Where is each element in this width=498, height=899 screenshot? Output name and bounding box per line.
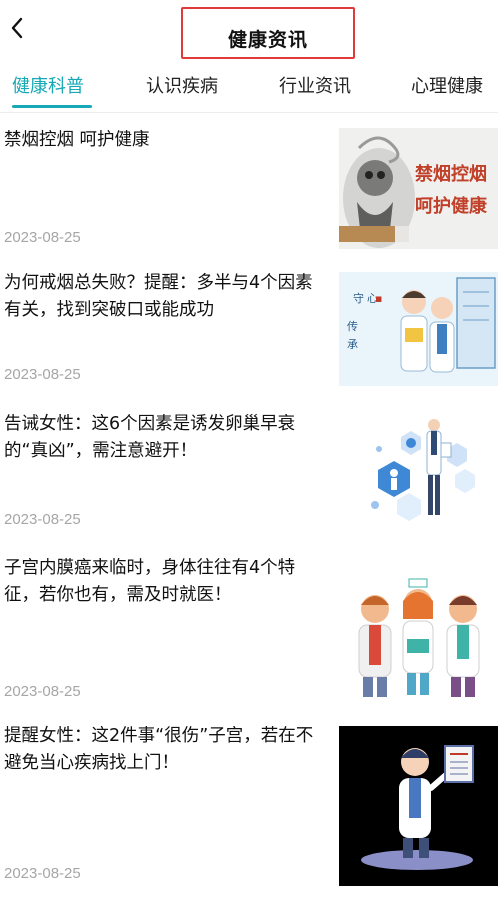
svg-text:承: 承 [347, 338, 358, 351]
article-date: 2023-08-25 [4, 683, 81, 700]
article-date: 2023-08-25 [4, 511, 81, 528]
article-title: 告诫女性：这6个因素是诱发卵巢早衰的“真凶”，需注意避开！ [4, 414, 296, 461]
list-item[interactable]: 禁烟控烟 呵护健康 2023-08-25 禁烟控烟 呵护健康 [0, 113, 498, 256]
page-title: 健康资讯 [227, 29, 308, 51]
list-item[interactable]: 提醒女性：这2件事“很伤”子宫，若在不避免当心疾病找上门！ 2023-08-25 [0, 709, 498, 899]
article-thumbnail: 守 心 传 承 ▪ [339, 272, 498, 386]
back-button[interactable] [4, 12, 30, 44]
article-thumbnail [339, 413, 498, 535]
svg-text:守: 守 [353, 291, 364, 305]
active-tab-indicator [12, 105, 92, 108]
thumb-caption: 呵护健康 [415, 195, 488, 217]
tab-industry-news[interactable]: 行业资讯 [279, 72, 351, 98]
article-title: 子宫内膜癌来临时，身体往往有4个特征，若你也有，需及时就医！ [4, 558, 296, 605]
tab-know-diseases[interactable]: 认识疾病 [146, 72, 218, 98]
article-thumbnail [339, 559, 498, 707]
list-item[interactable]: 告诫女性：这6个因素是诱发卵巢早衰的“真凶”，需注意避开！ 2023-08-25 [0, 397, 498, 541]
article-title: 为何戒烟总失败？提醒：多半与4个因素有关，找到突破口或能成功 [4, 273, 313, 320]
chevron-left-icon [11, 17, 23, 39]
tab-health-science[interactable]: 健康科普 [12, 72, 84, 98]
app-header: 健康资讯 [0, 0, 498, 59]
article-thumbnail [339, 726, 498, 886]
article-date: 2023-08-25 [4, 229, 81, 246]
svg-text:▪: ▪ [375, 292, 382, 305]
category-tabs: 健康科普 认识疾病 行业资讯 心理健康 [0, 62, 498, 113]
article-date: 2023-08-25 [4, 366, 81, 383]
tab-mental-health[interactable]: 心理健康 [411, 72, 483, 98]
article-thumbnail: 禁烟控烟 呵护健康 [339, 128, 498, 249]
list-item[interactable]: 子宫内膜癌来临时，身体往往有4个特征，若你也有，需及时就医！ 2023-08-2… [0, 541, 498, 709]
article-date: 2023-08-25 [4, 865, 81, 882]
list-item[interactable]: 为何戒烟总失败？提醒：多半与4个因素有关，找到突破口或能成功 2023-08-2… [0, 256, 498, 397]
title-highlight-box: 健康资讯 [181, 7, 355, 59]
article-title: 禁烟控烟 呵护健康 [4, 130, 150, 150]
thumb-caption: 禁烟控烟 [415, 163, 487, 185]
svg-text:传: 传 [347, 320, 358, 333]
article-title: 提醒女性：这2件事“很伤”子宫，若在不避免当心疾病找上门！ [4, 726, 314, 773]
